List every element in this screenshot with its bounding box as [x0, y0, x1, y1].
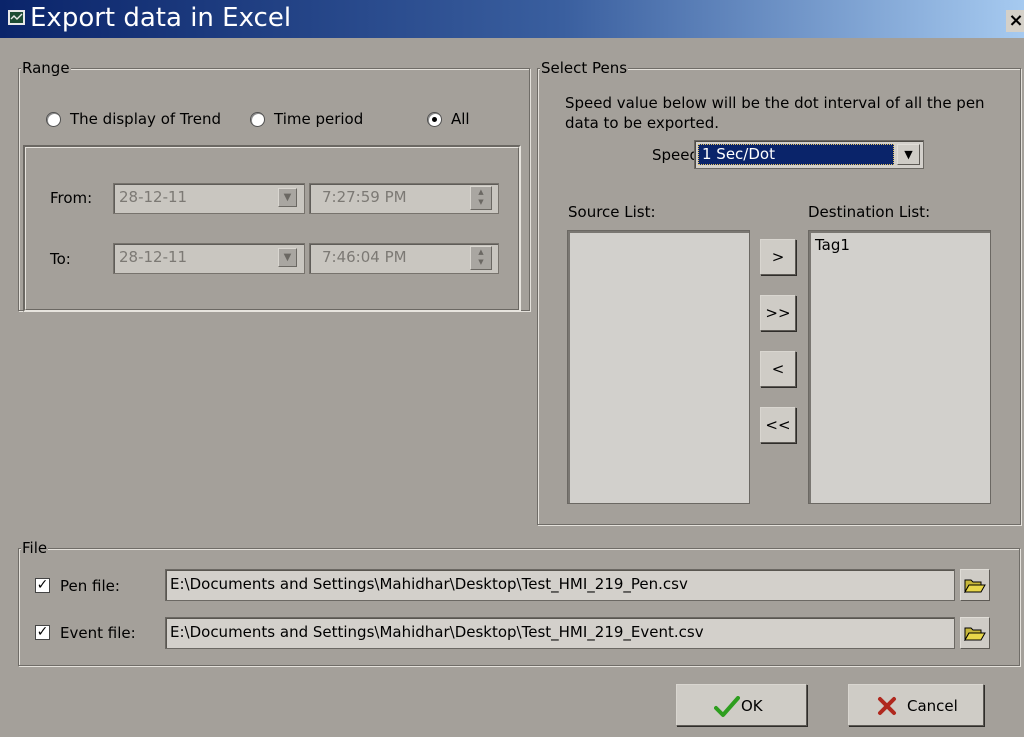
title-bar: Export data in Excel × [0, 0, 1024, 38]
speed-dropdown[interactable]: 1 Sec/Dot ▼ [694, 140, 924, 169]
remove-all-button[interactable]: << [760, 407, 796, 443]
time-range-panel-inner [25, 147, 519, 310]
window-title: Export data in Excel [30, 3, 292, 33]
pen-file-path-input[interactable]: E:\Documents and Settings\Mahidhar\Deskt… [165, 569, 955, 601]
to-date-value: 28-12-11 [119, 248, 188, 266]
speed-description: Speed value below will be the dot interv… [565, 94, 985, 132]
chevron-down-icon[interactable]: ▼ [278, 188, 297, 207]
folder-open-icon [964, 627, 986, 641]
checkmark-icon [714, 696, 740, 717]
event-file-path: E:\Documents and Settings\Mahidhar\Deskt… [170, 623, 704, 641]
radio-trend-display[interactable]: The display of Trend [46, 110, 236, 130]
to-label: To: [50, 250, 71, 268]
x-icon [878, 697, 896, 715]
from-time-value: 7:27:59 PM [322, 188, 407, 206]
event-file-browse-button[interactable] [960, 617, 990, 649]
add-all-button[interactable]: >> [760, 295, 796, 331]
destination-list[interactable]: Tag1 [808, 230, 991, 504]
close-button[interactable]: × [1006, 10, 1024, 32]
from-label: From: [50, 189, 93, 207]
to-time-field[interactable]: 7:46:04 PM ▲ ▼ [309, 243, 499, 274]
from-time-field[interactable]: 7:27:59 PM ▲ ▼ [309, 183, 499, 214]
radio-time-period[interactable]: Time period [250, 110, 380, 130]
to-time-value: 7:46:04 PM [322, 248, 407, 266]
pen-file-browse-button[interactable] [960, 569, 990, 601]
from-date-value: 28-12-11 [119, 188, 188, 206]
remove-one-button[interactable]: < [760, 351, 796, 387]
source-list-label: Source List: [568, 203, 656, 221]
chevron-down-icon[interactable]: ▼ [278, 248, 297, 267]
cancel-label: Cancel [907, 697, 958, 715]
trend-chart-icon [8, 10, 25, 25]
event-file-checkbox[interactable]: ✓ [35, 625, 50, 640]
select-pens-legend: Select Pens [540, 59, 629, 77]
event-file-label: Event file: [60, 624, 136, 642]
ok-label: OK [741, 697, 763, 715]
radio-button-selected[interactable] [427, 112, 442, 127]
chevron-down-icon[interactable]: ▼ [897, 144, 920, 165]
spin-updown-icon[interactable]: ▲ ▼ [470, 186, 492, 210]
radio-button[interactable] [46, 112, 61, 127]
folder-open-icon [964, 579, 986, 593]
radio-all[interactable]: All [427, 110, 487, 130]
radio-label: Time period [274, 110, 364, 128]
radio-button[interactable] [250, 112, 265, 127]
list-item[interactable]: Tag1 [815, 235, 850, 255]
radio-label: All [451, 110, 470, 128]
pen-file-label: Pen file: [60, 577, 120, 595]
from-date-field[interactable]: 28-12-11 ▼ [113, 183, 305, 214]
to-date-field[interactable]: 28-12-11 ▼ [113, 243, 305, 274]
cancel-button[interactable]: Cancel [848, 684, 984, 726]
add-one-button[interactable]: > [760, 239, 796, 275]
spin-updown-icon[interactable]: ▲ ▼ [470, 246, 492, 270]
source-list[interactable] [567, 230, 750, 504]
ok-button[interactable]: OK [676, 684, 807, 726]
event-file-path-input[interactable]: E:\Documents and Settings\Mahidhar\Deskt… [165, 617, 955, 649]
file-legend: File [21, 539, 49, 557]
speed-selected-value: 1 Sec/Dot [698, 144, 894, 165]
radio-label: The display of Trend [70, 110, 221, 128]
speed-value-text: 1 Sec/Dot [702, 145, 775, 163]
pen-file-checkbox[interactable]: ✓ [35, 578, 50, 593]
range-legend: Range [21, 59, 71, 77]
destination-list-label: Destination List: [808, 203, 931, 221]
pen-file-path: E:\Documents and Settings\Mahidhar\Deskt… [170, 575, 688, 593]
